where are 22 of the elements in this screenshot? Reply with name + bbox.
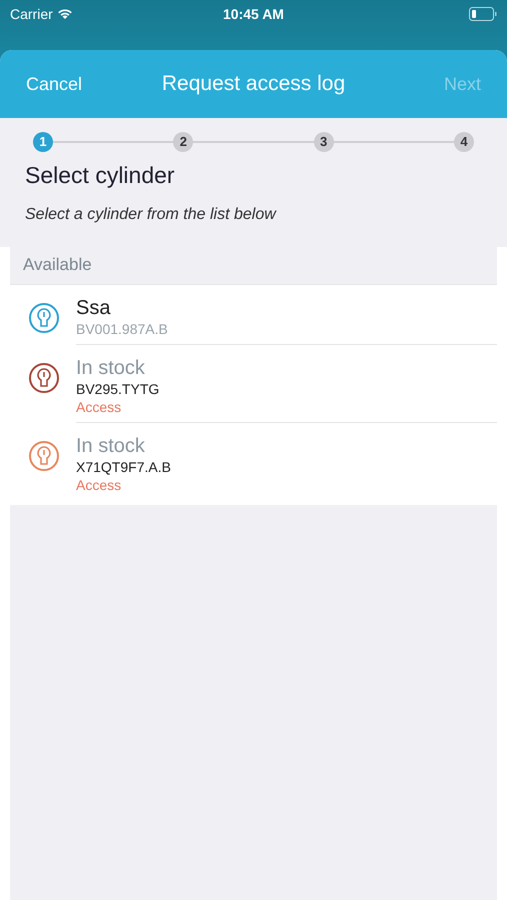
cylinder-name: Ssa — [76, 296, 112, 320]
cylinder-name: In stock — [76, 356, 146, 380]
cylinder-code: BV001.987A.B — [76, 320, 169, 338]
step-indicator: 1 — [33, 132, 53, 152]
step-indicator: 2 — [173, 132, 194, 152]
cylinder-row[interactable]: In stock BV295.TYTG Access — [10, 344, 497, 422]
cylinder-code: X71QT9F7.A.B — [76, 458, 172, 476]
clock-time: 10:45 AM — [223, 4, 284, 24]
carrier-label: Carrier — [10, 4, 53, 24]
step-indicator: 4 — [454, 132, 474, 152]
step-heading: Select cylinder — [25, 161, 176, 190]
step-indicator: 3 — [314, 132, 334, 152]
step-instructions: Select a cylinder from the list below — [25, 204, 278, 224]
sheet-title: Request access log — [162, 71, 346, 98]
cylinder-code: BV295.TYTG — [76, 380, 160, 398]
access-status: Access — [76, 476, 122, 494]
battery-icon — [468, 7, 497, 21]
cylinder-name: In stock — [76, 434, 146, 458]
cylinder-row[interactable]: In stock X71QT9F7.A.B Access — [10, 422, 497, 504]
access-status: Access — [76, 398, 122, 416]
cylinder-row[interactable]: Ssa BV001.987A.B — [10, 284, 497, 344]
wifi-icon — [56, 8, 73, 20]
